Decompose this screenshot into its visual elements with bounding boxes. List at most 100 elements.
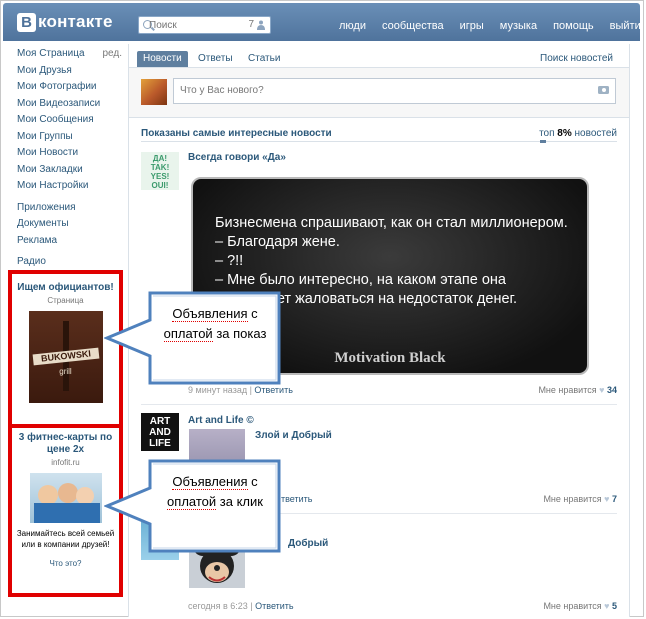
feed-filter[interactable]: топ 8% новостей xyxy=(539,128,617,139)
avatar-text: LIFE xyxy=(149,438,171,449)
callout-word: Объявления xyxy=(172,474,248,490)
search-count: 7 xyxy=(248,19,254,30)
avatar-text: TAK! xyxy=(150,163,170,172)
post-meta: сегодня в 6:23 | Ответить xyxy=(188,601,294,611)
camera-icon[interactable] xyxy=(598,86,609,94)
avatar-text: YES! xyxy=(150,172,170,181)
post-author[interactable]: Добрый xyxy=(288,538,328,549)
callout-word: с xyxy=(247,474,258,489)
top-header: В контакте 7 люди сообщества игры музыка… xyxy=(3,3,641,41)
menu-news[interactable]: Мои Новости xyxy=(17,145,122,162)
heart-icon: ♥ xyxy=(604,494,610,504)
top-nav: люди сообщества игры музыка помощь выйти xyxy=(339,20,641,32)
menu-label: Моя Страница xyxy=(17,48,85,59)
callout-word: за показ xyxy=(212,326,267,341)
filter-prefix: топ xyxy=(539,128,558,139)
search-box[interactable]: 7 xyxy=(138,16,271,34)
person-icon xyxy=(257,20,265,30)
ad-subtitle: Страница xyxy=(47,296,84,305)
post-avatar[interactable]: ДА! TAK! YES! OUI! xyxy=(141,152,179,190)
reply-link[interactable]: Ответить xyxy=(255,601,293,611)
image-line: – Благодаря жене. xyxy=(215,234,340,250)
menu-bookmarks[interactable]: Мои Закладки xyxy=(17,162,122,179)
search-news-link[interactable]: Поиск новостей xyxy=(534,51,619,67)
nav-music[interactable]: музыка xyxy=(500,20,537,32)
like-count: 34 xyxy=(606,385,617,395)
callout-word: Объявления xyxy=(172,306,248,322)
callout-text: Объявления с оплатой за показ xyxy=(156,304,274,344)
filter-suffix: новостей xyxy=(571,128,617,139)
logo-text: контакте xyxy=(38,12,113,31)
like-button[interactable]: Мне нравится ♥ 5 xyxy=(543,601,617,611)
nav-people[interactable]: люди xyxy=(339,20,366,32)
nav-games[interactable]: игры xyxy=(460,20,484,32)
post-time[interactable]: сегодня в 6:23 xyxy=(188,601,248,611)
vk-logo[interactable]: В контакте xyxy=(17,12,113,32)
menu-videos[interactable]: Мои Видеозаписи xyxy=(17,96,122,113)
like-button[interactable]: Мне нравится ♥ 34 xyxy=(538,385,617,395)
like-button[interactable]: Мне нравится ♥ 7 xyxy=(543,494,617,504)
filter-marker xyxy=(540,140,546,143)
post-author[interactable]: Art and Life © xyxy=(188,415,254,426)
callout-word: оплатой xyxy=(163,326,213,342)
menu-apps[interactable]: Приложения xyxy=(17,200,122,217)
callout-word: с xyxy=(247,306,258,321)
status-input[interactable]: Что у Вас нового? xyxy=(173,78,616,104)
edit-link[interactable]: ред. xyxy=(102,46,122,63)
menu-groups[interactable]: Мои Группы xyxy=(17,129,122,146)
callout-word: за клик xyxy=(216,494,263,509)
post-composer: Что у Вас нового? xyxy=(129,68,629,118)
callout-impression: Объявления с оплатой за показ xyxy=(103,290,284,386)
ad-description: Занимайтесь всей семьей или в компании д… xyxy=(16,529,115,549)
reply-link[interactable]: Ответить xyxy=(254,385,292,395)
menu-friends[interactable]: Мои Друзья xyxy=(17,63,122,80)
heart-icon: ♥ xyxy=(604,601,610,611)
post-meta: 9 минут назад | Ответить xyxy=(188,385,293,395)
search-input[interactable] xyxy=(149,19,244,32)
post-author[interactable]: Всегда говори «Да» xyxy=(188,152,286,163)
menu-documents[interactable]: Документы xyxy=(17,216,122,233)
like-label: Мне нравится xyxy=(543,601,602,611)
like-count: 7 xyxy=(611,494,617,504)
nav-logout[interactable]: выйти xyxy=(610,20,641,32)
avatar-text: ДА! xyxy=(152,154,168,163)
tab-articles[interactable]: Статьи xyxy=(242,51,286,67)
avatar-text: OUI! xyxy=(151,181,169,190)
user-avatar[interactable] xyxy=(141,79,167,105)
ad-title[interactable]: 3 фитнес-карты по цене 2х xyxy=(12,432,119,456)
heart-icon: ♥ xyxy=(599,385,605,395)
like-count: 5 xyxy=(611,601,617,611)
avatar-text: ART xyxy=(149,416,171,427)
ad-image-sub: grill xyxy=(59,367,72,376)
image-line: Бизнесмена спрашивают, как он стал милли… xyxy=(215,215,568,231)
status-placeholder: Что у Вас нового? xyxy=(180,85,264,96)
ad-image-fitness[interactable] xyxy=(29,473,102,523)
nav-communities[interactable]: сообщества xyxy=(382,20,444,32)
like-label: Мне нравится xyxy=(543,494,602,504)
post-avatar[interactable]: ART AND LIFE xyxy=(141,413,179,451)
tab-news[interactable]: Новости xyxy=(137,51,188,67)
tab-replies[interactable]: Ответы xyxy=(192,51,239,67)
callout-click: Объявления с оплатой за клик xyxy=(103,458,284,554)
repost-author[interactable]: Злой и Добрый xyxy=(255,430,332,441)
nav-help[interactable]: помощь xyxy=(553,20,594,32)
left-menu: Моя Страница ред. Мои Друзья Мои Фотограф… xyxy=(17,46,122,271)
menu-settings[interactable]: Мои Настройки xyxy=(17,178,122,195)
post-time[interactable]: 9 минут назад xyxy=(188,385,247,395)
ad-image-bukowski[interactable]: BUKOWSKI grill xyxy=(28,311,103,403)
ad-subtitle: infofit.ru xyxy=(51,458,80,467)
menu-photos[interactable]: Мои Фотографии xyxy=(17,79,122,96)
menu-my-page[interactable]: Моя Страница ред. xyxy=(17,46,122,63)
avatar-text: AND xyxy=(149,427,171,438)
image-line: – ?!! xyxy=(215,253,244,269)
filter-percent: 8% xyxy=(557,128,572,139)
ad-what-is-this-link[interactable]: Что это? xyxy=(12,559,119,568)
menu-ads[interactable]: Реклама xyxy=(17,233,122,250)
callout-text: Объявления с оплатой за клик xyxy=(156,472,274,512)
menu-radio[interactable]: Радио xyxy=(17,254,122,271)
like-label: Мне нравится xyxy=(538,385,597,395)
callout-word: оплатой xyxy=(167,494,217,510)
menu-messages[interactable]: Мои Сообщения xyxy=(17,112,122,129)
ad-title[interactable]: Ищем официантов! xyxy=(12,282,119,294)
feed-header: Показаны самые интересные новости xyxy=(141,128,332,139)
